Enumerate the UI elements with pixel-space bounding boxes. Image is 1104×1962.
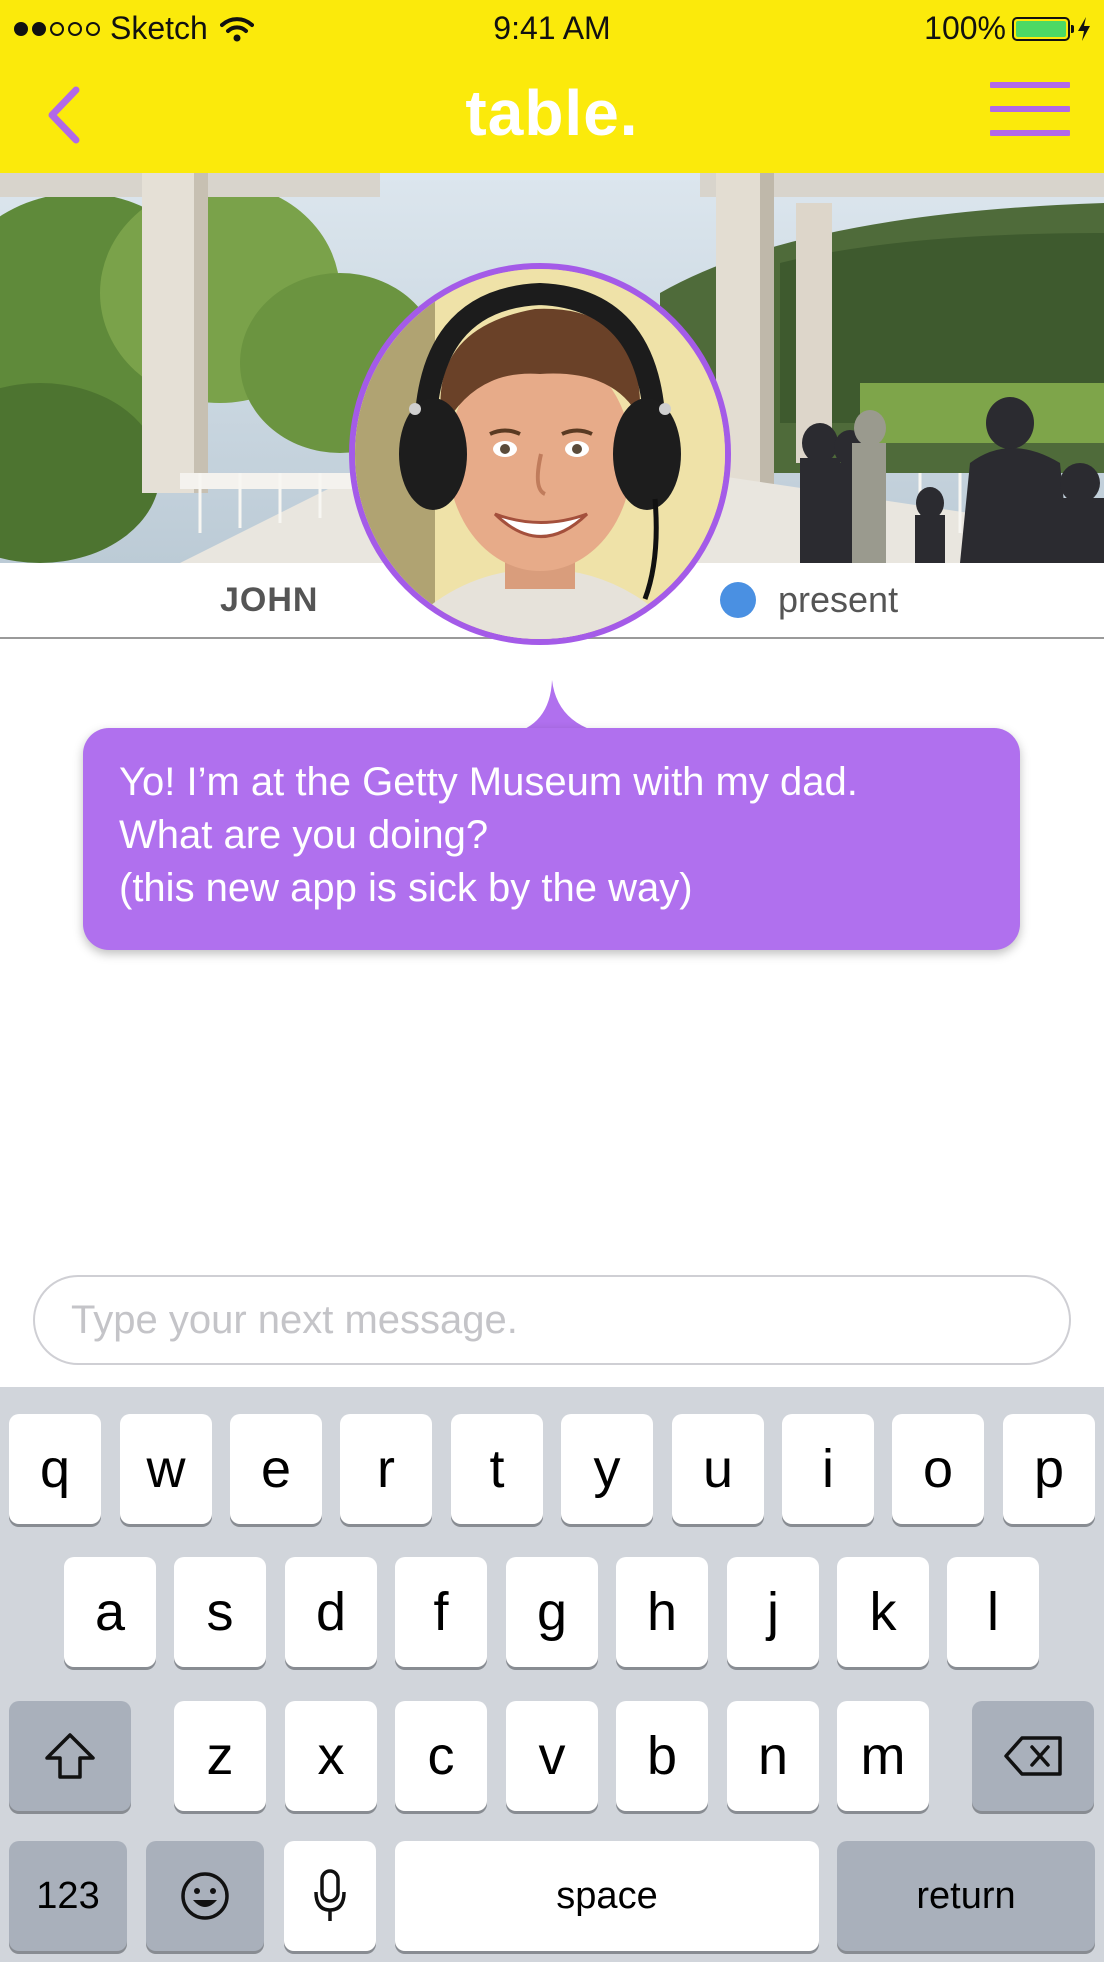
shift-key[interactable] (9, 1701, 131, 1811)
key-c[interactable]: c (395, 1701, 487, 1811)
key-r[interactable]: r (340, 1414, 432, 1524)
message-line-3: (this new app is sick by the way) (119, 866, 693, 910)
battery-percent: 100% (924, 10, 1006, 46)
key-h[interactable]: h (616, 1557, 708, 1667)
key-p[interactable]: p (1003, 1414, 1095, 1524)
key-e[interactable]: e (230, 1414, 322, 1524)
key-x[interactable]: x (285, 1701, 377, 1811)
key-m[interactable]: m (837, 1701, 929, 1811)
key-n[interactable]: n (727, 1701, 819, 1811)
key-v[interactable]: v (506, 1701, 598, 1811)
contact-name: JOHN (220, 581, 319, 619)
key-q[interactable]: q (9, 1414, 101, 1524)
key-l[interactable]: l (947, 1557, 1039, 1667)
presence-dot-icon (720, 582, 756, 618)
key-b[interactable]: b (616, 1701, 708, 1811)
app-title: table. (465, 77, 639, 149)
contact-avatar[interactable] (349, 263, 731, 645)
message-text: Yo! I’m at the Getty Museum with my dad.… (119, 756, 858, 915)
key-u[interactable]: u (672, 1414, 764, 1524)
microphone-icon (314, 1869, 346, 1921)
key-a[interactable]: a (64, 1557, 156, 1667)
key-y[interactable]: y (561, 1414, 653, 1524)
message-line-2: What are you doing? (119, 813, 489, 857)
shift-icon (45, 1733, 95, 1779)
key-g[interactable]: g (506, 1557, 598, 1667)
nav-bar: table. (0, 58, 1104, 173)
keyboard: q w e r t y u i o p a s d f g h j k l z … (0, 1387, 1104, 1962)
key-j[interactable]: j (727, 1557, 819, 1667)
delete-key[interactable] (972, 1701, 1094, 1811)
key-f[interactable]: f (395, 1557, 487, 1667)
status-bar: Sketch 9:41 AM 100% (0, 0, 1104, 58)
key-s[interactable]: s (174, 1557, 266, 1667)
message-bubble: Yo! I’m at the Getty Museum with my dad.… (83, 728, 1020, 950)
dictation-key[interactable] (284, 1841, 376, 1951)
presence-status: present (720, 579, 898, 621)
key-k[interactable]: k (837, 1557, 929, 1667)
battery-icon (1012, 16, 1074, 41)
message-input[interactable] (33, 1275, 1071, 1365)
key-o[interactable]: o (892, 1414, 984, 1524)
backspace-icon (1004, 1736, 1062, 1776)
key-w[interactable]: w (120, 1414, 212, 1524)
hamburger-icon (990, 82, 1070, 88)
charging-icon (1078, 16, 1090, 41)
emoji-icon (181, 1872, 229, 1920)
numbers-key[interactable]: 123 (9, 1841, 127, 1951)
emoji-key[interactable] (146, 1841, 264, 1951)
return-key[interactable]: return (837, 1841, 1095, 1951)
key-i[interactable]: i (782, 1414, 874, 1524)
message-line-1: Yo! I’m at the Getty Museum with my dad. (119, 760, 858, 804)
presence-label: present (778, 579, 899, 620)
space-key[interactable]: space (395, 1841, 819, 1951)
status-right: 100% (924, 10, 1092, 47)
menu-button[interactable] (990, 82, 1070, 142)
key-d[interactable]: d (285, 1557, 377, 1667)
key-z[interactable]: z (174, 1701, 266, 1811)
key-t[interactable]: t (451, 1414, 543, 1524)
